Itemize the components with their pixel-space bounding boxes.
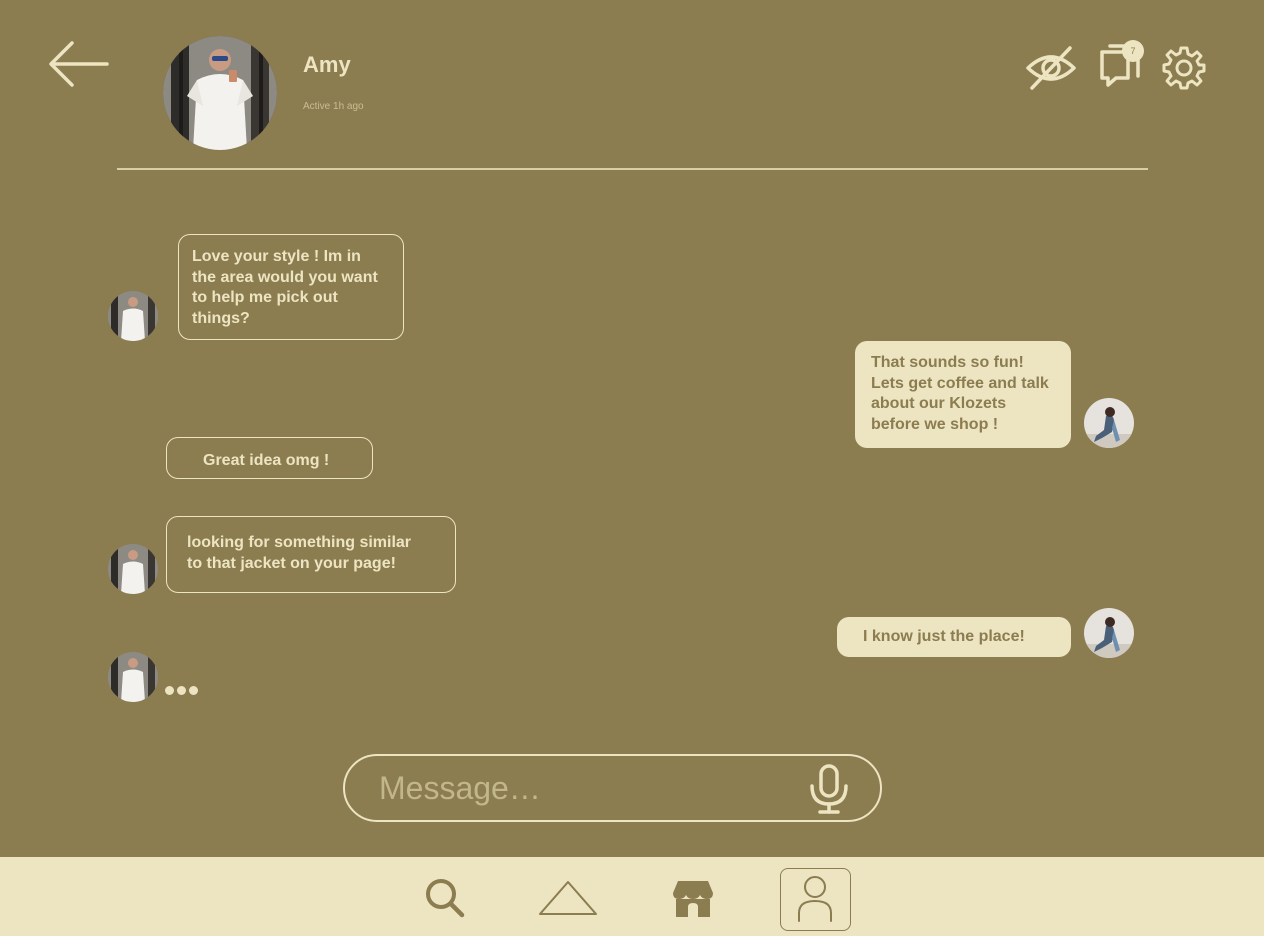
bottom-nav xyxy=(0,857,1264,936)
contact-name: Amy xyxy=(303,52,351,77)
message-line: Lets get coffee and talk xyxy=(871,374,1049,392)
message-bubble[interactable]: Love your style ! Im in the area would y… xyxy=(178,234,404,340)
chats-button[interactable]: 7 xyxy=(1096,38,1146,92)
message-line: before we shop ! xyxy=(871,415,999,433)
header-divider xyxy=(117,168,1148,170)
chats-badge: 7 xyxy=(1122,40,1144,62)
message-composer xyxy=(343,754,882,822)
contact-status: Active 1h ago xyxy=(303,101,364,112)
message-line: to that jacket on your page! xyxy=(187,554,396,572)
typing-dot xyxy=(177,686,186,695)
nav-store[interactable] xyxy=(672,879,714,919)
hide-button[interactable] xyxy=(1024,42,1078,94)
typing-dot xyxy=(165,686,174,695)
typing-dot xyxy=(189,686,198,695)
nav-profile[interactable] xyxy=(780,868,851,931)
message-bubble[interactable]: Great idea omg ! xyxy=(166,437,373,479)
message-input[interactable] xyxy=(379,768,799,808)
triangle-home-icon xyxy=(539,881,597,915)
message-line: things? xyxy=(192,309,250,327)
user-avatar-small[interactable] xyxy=(1084,608,1134,658)
microphone-icon xyxy=(810,764,848,814)
person-icon xyxy=(798,876,832,922)
settings-button[interactable] xyxy=(1160,44,1208,92)
nav-search[interactable] xyxy=(424,877,466,919)
arrow-left-icon xyxy=(49,41,109,87)
mic-button[interactable] xyxy=(807,762,851,816)
contact-avatar[interactable] xyxy=(163,36,277,150)
contact-avatar-small[interactable] xyxy=(108,544,158,594)
message-line: to help me pick out xyxy=(192,289,338,306)
message-line: That sounds so fun! xyxy=(871,354,1024,371)
typing-indicator xyxy=(165,686,198,695)
message-line: I know just the place! xyxy=(863,628,1025,645)
message-line: the area would you want xyxy=(192,268,378,286)
back-button[interactable] xyxy=(44,36,112,92)
storefront-icon xyxy=(673,881,713,917)
message-line: Love your style ! Im in xyxy=(192,248,361,265)
message-bubble-own[interactable]: That sounds so fun! Lets get coffee and … xyxy=(855,341,1071,448)
message-line: about our Klozets xyxy=(871,395,1007,412)
nav-home[interactable] xyxy=(537,879,599,917)
message-line: looking for something similar xyxy=(187,534,412,551)
contact-avatar-small[interactable] xyxy=(108,291,158,341)
gear-icon xyxy=(1162,46,1206,90)
search-icon xyxy=(426,879,465,918)
message-bubble-own[interactable]: I know just the place! xyxy=(837,617,1071,657)
message-bubble[interactable]: looking for something similar to that ja… xyxy=(166,516,456,593)
user-avatar-small[interactable] xyxy=(1084,398,1134,448)
message-line: Great idea omg ! xyxy=(203,452,330,469)
contact-avatar-small[interactable] xyxy=(108,652,158,702)
eye-off-icon xyxy=(1026,46,1076,90)
